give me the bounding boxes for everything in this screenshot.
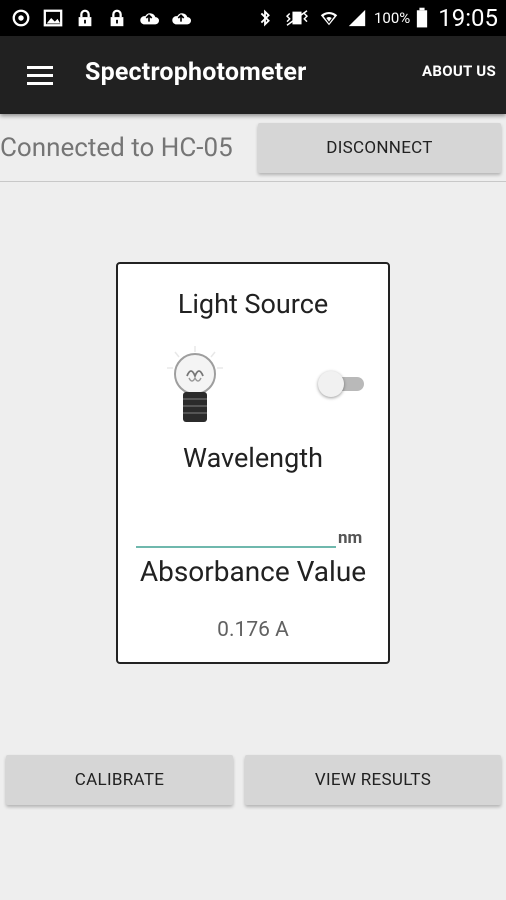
cloud-upload-icon xyxy=(140,13,159,25)
notification-icons xyxy=(10,8,192,28)
toggle-thumb xyxy=(318,371,344,397)
wavelength-unit: nm xyxy=(338,528,363,548)
divider xyxy=(0,181,506,182)
connection-status: Connected to HC-05 xyxy=(0,133,233,163)
battery-icon xyxy=(417,7,428,28)
app-bar: Spectrophotometer ABOUT US xyxy=(0,36,506,114)
measurement-card: Light Source Wavelength nm Absorbance Va… xyxy=(116,262,390,664)
wavelength-input[interactable] xyxy=(136,522,336,548)
bluetooth-icon xyxy=(260,9,270,27)
lock-icon xyxy=(78,9,92,27)
lock-icon xyxy=(110,9,124,27)
system-icons: 100% 19:05 xyxy=(254,0,498,36)
wavelength-label: Wavelength xyxy=(183,442,323,474)
cloud-upload-icon xyxy=(172,13,191,25)
status-bar: 100% 19:05 xyxy=(0,0,506,36)
sync-icon xyxy=(12,9,30,27)
absorbance-value: 0.176 A xyxy=(217,618,289,642)
app-title: Spectrophotometer xyxy=(85,58,307,87)
light-source-toggle[interactable] xyxy=(318,368,368,398)
light-bulb-icon xyxy=(167,346,223,422)
calibrate-button[interactable]: CALIBRATE xyxy=(6,755,233,805)
disconnect-button[interactable]: DISCONNECT xyxy=(258,123,501,173)
absorbance-label: Absorbance Value xyxy=(139,555,367,588)
hamburger-menu-icon[interactable] xyxy=(18,58,58,92)
battery-percent: 100% xyxy=(373,9,411,27)
about-us-button[interactable]: ABOUT US xyxy=(422,62,496,80)
image-icon xyxy=(43,9,63,27)
clock: 19:05 xyxy=(438,4,498,32)
view-results-button[interactable]: VIEW RESULTS xyxy=(245,755,501,805)
wifi-icon xyxy=(320,11,338,26)
light-source-label: Light Source xyxy=(177,288,329,320)
vibrate-icon xyxy=(285,10,308,26)
signal-icon xyxy=(348,9,366,27)
